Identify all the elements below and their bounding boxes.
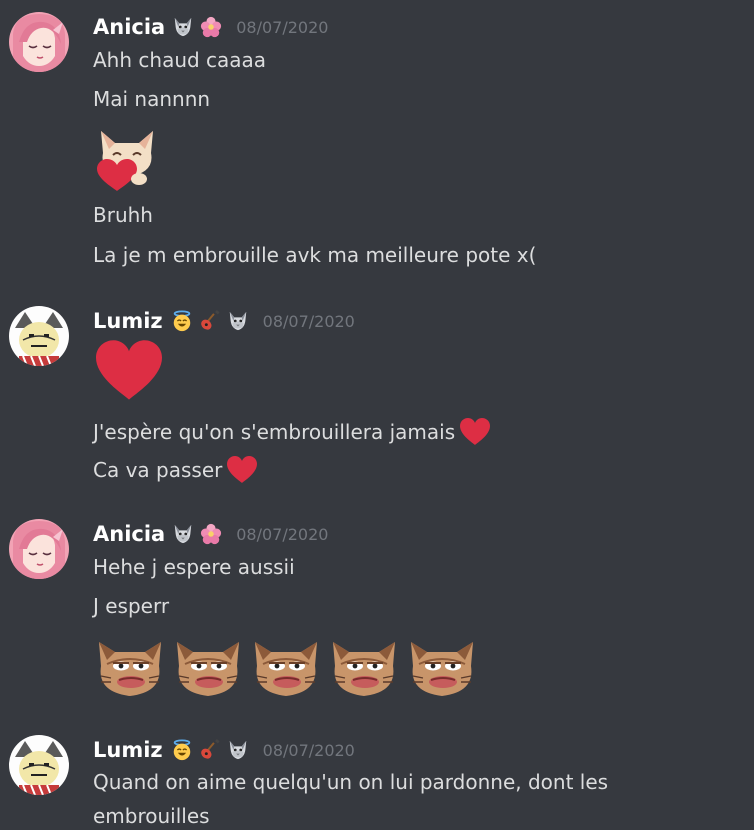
avatar[interactable] bbox=[9, 12, 69, 72]
heart-emoji bbox=[226, 455, 258, 485]
pepe-cat-emote bbox=[93, 636, 167, 700]
cat-heart-emote bbox=[93, 123, 163, 193]
message-text: La je m embrouille avk ma meilleure pote… bbox=[93, 243, 537, 267]
heart-emoji bbox=[459, 417, 491, 447]
message-text: Ca va passer bbox=[93, 455, 258, 485]
pepe-cat-emote bbox=[171, 636, 245, 700]
message-text: Ahh chaud caaaa bbox=[93, 48, 267, 72]
wolf-icon bbox=[172, 523, 194, 545]
avatar[interactable] bbox=[9, 735, 69, 795]
flower-icon bbox=[200, 523, 222, 545]
pepe-cat-emote bbox=[249, 636, 323, 700]
message-header: Anicia 08/07/2020 bbox=[93, 13, 328, 41]
pepe-cat-emote bbox=[327, 636, 401, 700]
username[interactable]: Anicia bbox=[93, 15, 165, 39]
halo-smiley-icon bbox=[171, 739, 193, 761]
timestamp: 08/07/2020 bbox=[236, 524, 329, 544]
wolf-icon bbox=[172, 16, 194, 38]
message-text: J esperr bbox=[93, 594, 170, 618]
heart-emote bbox=[93, 338, 165, 404]
guitar-icon bbox=[199, 739, 221, 761]
pepe-cat-emote bbox=[405, 636, 479, 700]
message-text-content: Ca va passer bbox=[93, 458, 223, 482]
avatar[interactable] bbox=[9, 306, 69, 366]
wolf-icon bbox=[227, 739, 249, 761]
timestamp: 08/07/2020 bbox=[262, 740, 355, 760]
avatar[interactable] bbox=[9, 519, 69, 579]
message-text: J'espère qu'on s'embrouillera jamais bbox=[93, 417, 491, 447]
flower-icon bbox=[200, 16, 222, 38]
message-text: Hehe j espere aussii bbox=[93, 555, 295, 579]
username[interactable]: Lumiz bbox=[93, 738, 163, 762]
message-header: Lumiz 08/07/2020 bbox=[93, 307, 355, 335]
message-header: Anicia 08/07/2020 bbox=[93, 520, 328, 548]
message-text: Bruhh bbox=[93, 203, 153, 227]
message-header: Lumiz 08/07/2020 bbox=[93, 736, 355, 764]
timestamp: 08/07/2020 bbox=[262, 311, 355, 331]
guitar-icon bbox=[199, 310, 221, 332]
username[interactable]: Anicia bbox=[93, 522, 165, 546]
halo-smiley-icon bbox=[171, 310, 193, 332]
username[interactable]: Lumiz bbox=[93, 309, 163, 333]
wolf-icon bbox=[227, 310, 249, 332]
message-text: Quand on aime quelqu'un on lui pardonne,… bbox=[93, 770, 609, 828]
message-text-content: J'espère qu'on s'embrouillera jamais bbox=[93, 420, 456, 444]
message-text: Mai nannnn bbox=[93, 87, 211, 111]
timestamp: 08/07/2020 bbox=[236, 17, 329, 37]
